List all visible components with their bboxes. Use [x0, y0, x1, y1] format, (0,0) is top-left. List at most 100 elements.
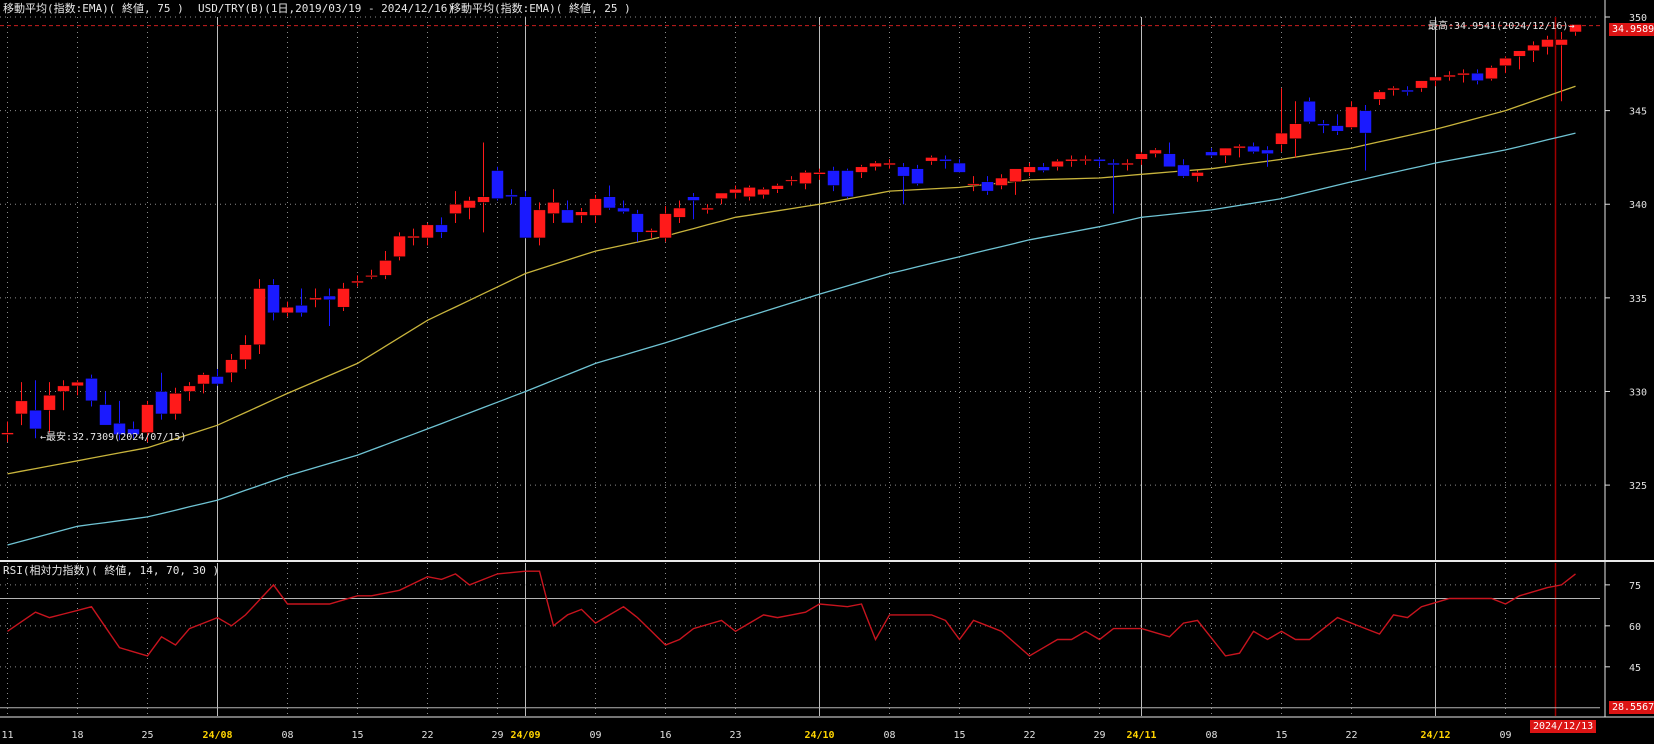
high-annotation: 最高:34.9541(2024/12/16)→: [1428, 21, 1575, 32]
candle-body: [1023, 166, 1036, 173]
candle-body: [295, 305, 308, 314]
date-tick-label: 16: [659, 730, 671, 741]
rsi-tick-label: 45: [1629, 663, 1641, 674]
candle-body: [99, 404, 112, 426]
candle-body: [1387, 87, 1400, 91]
candle-body: [1191, 172, 1204, 177]
date-tick-label: 11: [1, 730, 13, 741]
candle-body: [1051, 160, 1064, 168]
candle-body: [743, 187, 756, 198]
candle-body: [29, 409, 42, 430]
candle-body: [1527, 44, 1540, 51]
low-annotation: ←最安:32.7309(2024/07/15): [40, 432, 187, 443]
candle-body: [407, 235, 420, 239]
price-tick-label: 345: [1629, 107, 1647, 118]
candle-body: [1163, 153, 1176, 168]
candle-body: [351, 280, 364, 284]
symbol-title: USD/TRY(B)(1日,2019/03/19 - 2024/12/16): [198, 2, 455, 15]
candle-body: [1499, 57, 1512, 66]
rsi-tick-label: 60: [1629, 622, 1641, 633]
date-tick-label: 24/12: [1420, 730, 1450, 741]
candle-body: [603, 196, 616, 209]
candle-body: [1219, 147, 1232, 156]
candle-body: [1009, 168, 1022, 183]
chart-canvas[interactable]: 32533033534034535075604511 18 25 24/08 08 15 2…: [0, 0, 1654, 744]
candle-body: [813, 172, 826, 175]
candle-body: [729, 189, 742, 194]
candle-body: [365, 275, 378, 278]
candle-body: [43, 394, 56, 411]
candle-body: [267, 284, 280, 314]
candle-body: [1079, 159, 1092, 162]
candles: [1, 24, 1582, 443]
candle-body: [225, 359, 238, 374]
ema75-legend: 移動平均(指数:EMA)( 終値, 75 ): [3, 2, 184, 15]
date-tick-label: 24/08: [202, 730, 232, 741]
candle-body: [435, 224, 448, 233]
candle-body: [477, 196, 490, 203]
candle-body: [1093, 159, 1106, 162]
date-tick-label: 09: [589, 730, 601, 741]
candle-body: [1373, 91, 1386, 100]
candle-body: [617, 207, 630, 212]
candle-body: [673, 207, 686, 218]
candle-body: [645, 230, 658, 233]
candle-body: [141, 404, 154, 433]
candle-body: [1247, 145, 1260, 153]
ema25-legend: 移動平均(指数:EMA)( 終値, 25 ): [450, 2, 631, 15]
candle-body: [561, 209, 574, 224]
candle-body: [505, 194, 518, 198]
ema25-line: [7, 85, 1576, 475]
candle-body: [1331, 125, 1344, 132]
candle-body: [323, 295, 336, 300]
candle-body: [337, 288, 350, 308]
date-tick-label: 24/11: [1126, 730, 1156, 741]
candle-body: [1345, 106, 1358, 128]
candle-body: [785, 179, 798, 182]
candle-body: [1359, 110, 1372, 134]
candle-body: [575, 211, 588, 216]
candle-body: [379, 260, 392, 276]
candle-body: [967, 183, 980, 186]
date-tick-label: 15: [351, 730, 363, 741]
candle-body: [1513, 50, 1526, 57]
candle-body: [1303, 101, 1316, 123]
candle-body: [1177, 164, 1190, 177]
candle-body: [1149, 149, 1162, 154]
candle-body: [1107, 162, 1120, 166]
candle-body: [771, 185, 784, 190]
ema75-series: [7, 132, 1576, 546]
date-cursor-tag: 2024/12/13: [1530, 720, 1597, 733]
date-tick-label: 22: [1023, 730, 1035, 741]
date-tick-label: 24/09: [510, 730, 540, 741]
candle-body: [939, 159, 952, 162]
candle-body: [1457, 72, 1470, 76]
candle-body: [883, 162, 896, 166]
candle-body: [197, 374, 210, 385]
candle-body: [57, 385, 70, 392]
date-tick-label: 24/10: [804, 730, 834, 741]
candle-body: [631, 213, 644, 233]
candle-body: [1037, 166, 1050, 171]
candle-body: [589, 198, 602, 216]
date-tick-label: 29: [1093, 730, 1105, 741]
candle-body: [1485, 67, 1498, 80]
date-tick-label: 22: [1345, 730, 1357, 741]
candle-body: [393, 235, 406, 257]
candle-body: [1471, 72, 1484, 81]
candle-body: [1121, 162, 1134, 166]
candle-body: [85, 378, 98, 402]
candle-body: [1317, 123, 1330, 126]
date-tick-label: 09: [1499, 730, 1511, 741]
candle-body: [183, 385, 196, 392]
candle-body: [1205, 151, 1218, 156]
candle-body: [1, 432, 14, 435]
candle-body: [1261, 149, 1274, 154]
candle-body: [519, 196, 532, 239]
candle-body: [701, 207, 714, 211]
candle-body: [1135, 153, 1148, 160]
candle-body: [911, 168, 924, 184]
candle-body: [757, 189, 770, 196]
ema75-line: [7, 132, 1576, 546]
date-tick-label: 15: [953, 730, 965, 741]
